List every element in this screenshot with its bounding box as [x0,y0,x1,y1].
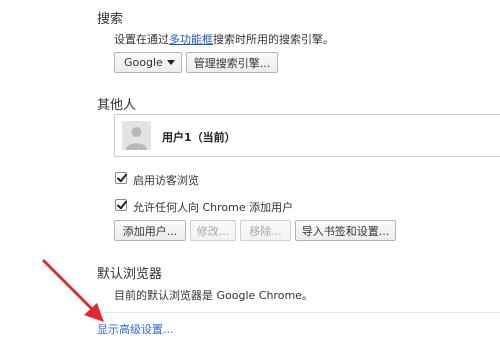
red-arrow-icon [42,259,104,322]
